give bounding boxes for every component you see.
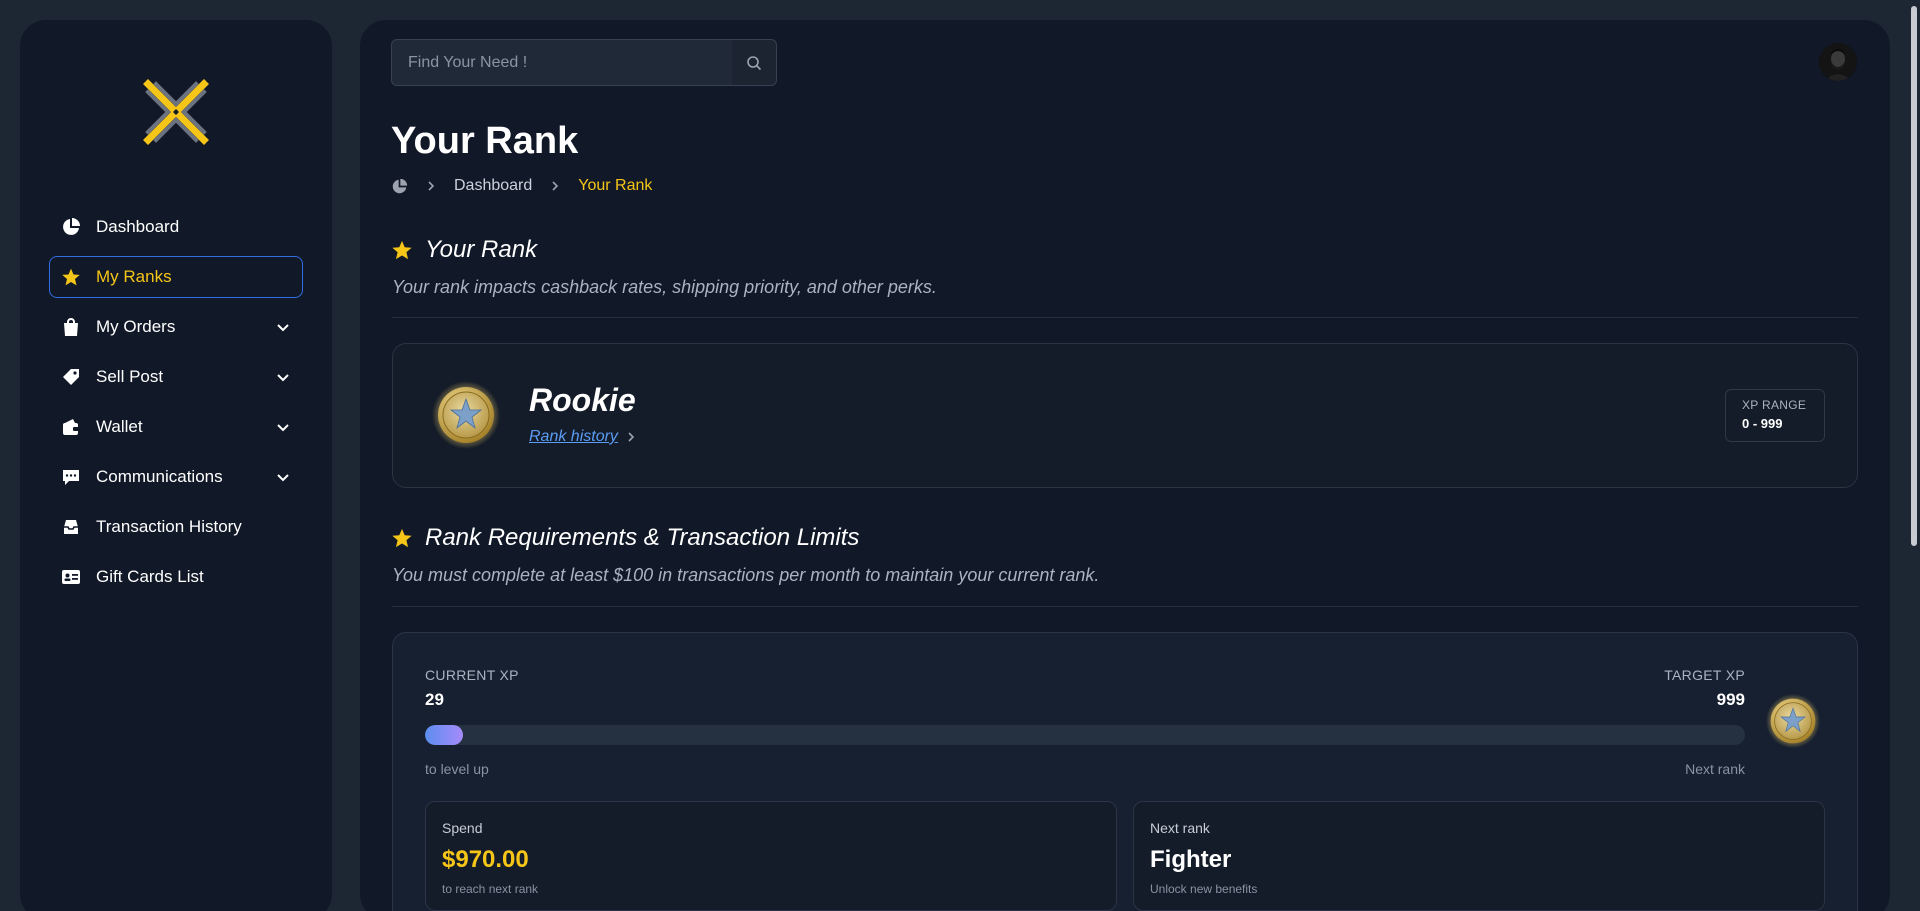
breadcrumb: Dashboard Your Rank: [391, 177, 652, 195]
rank-section-description: Your rank impacts cashback rates, shippi…: [392, 277, 937, 297]
breadcrumb-parent[interactable]: Dashboard: [454, 177, 532, 195]
tag-icon: [60, 366, 82, 388]
next-rank-stat-card: Next rank Fighter Unlock new benefits: [1133, 801, 1825, 911]
sidebar-nav: Dashboard My Ranks My Orders Sell Post W…: [49, 206, 303, 606]
chevron-down-icon[interactable]: [274, 368, 292, 386]
requirements-section-description: You must complete at least $100 in trans…: [392, 565, 1100, 585]
current-xp-value: 29: [425, 690, 444, 709]
sidebar-item-dashboard[interactable]: Dashboard: [49, 206, 303, 248]
page-title: Your Rank: [391, 120, 579, 162]
sidebar-item-gift-cards-list[interactable]: Gift Cards List: [49, 556, 303, 598]
rank-name: Rookie: [529, 382, 636, 418]
chevron-down-icon[interactable]: [274, 468, 292, 486]
rank-history-label: Rank history: [529, 428, 618, 445]
search-input[interactable]: [392, 40, 732, 85]
rank-section-header: Your Rank: [391, 236, 537, 264]
sidebar-item-my-orders[interactable]: My Orders: [49, 306, 303, 348]
sidebar-item-transaction-history[interactable]: Transaction History: [49, 506, 303, 548]
rank-card: Rookie Rank history XP RANGE 0 - 999: [392, 343, 1858, 488]
rank-section-title: Your Rank: [425, 236, 538, 263]
page-scrollbar[interactable]: [1908, 0, 1920, 911]
scrollbar-thumb[interactable]: [1911, 6, 1917, 546]
star-icon: [60, 266, 82, 288]
xp-range-badge: XP RANGE 0 - 999: [1725, 389, 1825, 442]
sidebar-item-label: Wallet: [96, 417, 143, 436]
spend-stat-card: Spend $970.00 to reach next rank: [425, 801, 1117, 911]
sidebar-item-label: Sell Post: [96, 367, 164, 386]
inbox-icon: [60, 516, 82, 538]
spend-value: $970.00: [442, 846, 529, 873]
next-rank-label: Next rank: [1150, 820, 1210, 836]
pie-chart-icon: [60, 216, 82, 238]
requirements-section-header: Rank Requirements & Transaction Limits: [391, 524, 859, 552]
rank-history-link[interactable]: Rank history: [529, 428, 636, 446]
current-xp-label: CURRENT XP: [425, 667, 519, 683]
star-icon: [392, 528, 412, 548]
chat-icon: [60, 466, 82, 488]
logo-icon[interactable]: [142, 78, 210, 146]
xp-progress-bar: [425, 725, 1745, 745]
chevron-right-icon: [550, 180, 560, 192]
xp-progress-card: CURRENT XP 29 TARGET XP 999 to level up …: [392, 632, 1858, 911]
divider: [392, 606, 1858, 607]
xp-range-label: XP RANGE: [1742, 398, 1807, 412]
search-button[interactable]: [732, 40, 776, 85]
sidebar-item-communications[interactable]: Communications: [49, 456, 303, 498]
user-avatar-icon: [1819, 43, 1857, 81]
chevron-down-icon[interactable]: [274, 418, 292, 436]
target-xp-label: TARGET XP: [1664, 667, 1745, 683]
id-card-icon: [60, 566, 82, 588]
requirements-section-title: Rank Requirements & Transaction Limits: [425, 524, 860, 551]
sidebar-item-label: My Orders: [96, 317, 176, 336]
sidebar-item-my-ranks[interactable]: My Ranks: [49, 256, 303, 298]
target-xp-value: 999: [1716, 690, 1745, 709]
sidebar-item-label: Communications: [96, 467, 223, 486]
shopping-bag-icon: [60, 316, 82, 338]
spend-caption: to reach next rank: [442, 882, 539, 896]
rank-medal-icon: [432, 381, 500, 449]
chevron-down-icon[interactable]: [274, 318, 292, 336]
sidebar-item-sell-post[interactable]: Sell Post: [49, 356, 303, 398]
sidebar-item-wallet[interactable]: Wallet: [49, 406, 303, 448]
main-content: Your Rank Dashboard Your Rank Your Rank …: [360, 20, 1890, 911]
sidebar: Dashboard My Ranks My Orders Sell Post W…: [20, 20, 332, 911]
search-icon: [747, 55, 762, 70]
star-icon: [392, 240, 412, 260]
chevron-right-icon: [426, 180, 436, 192]
level-up-caption: to level up: [425, 761, 489, 777]
breadcrumb-current: Your Rank: [578, 177, 653, 194]
sidebar-item-label: My Ranks: [96, 267, 172, 286]
chevron-right-icon: [626, 431, 636, 443]
search-box: [391, 39, 777, 86]
avatar[interactable]: [1819, 43, 1857, 81]
xp-progress-fill: [425, 725, 464, 745]
next-rank-caption: Next rank: [1685, 761, 1745, 777]
next-rank-medal-icon: [1765, 693, 1821, 749]
xp-range-value: 0 - 999: [1742, 416, 1783, 431]
sidebar-item-label: Gift Cards List: [96, 567, 204, 586]
spend-label: Spend: [442, 820, 483, 836]
pie-chart-icon[interactable]: [391, 178, 408, 195]
sidebar-item-label: Dashboard: [96, 217, 180, 236]
next-rank-value: Fighter: [1150, 846, 1232, 873]
next-rank-benefits-caption: Unlock new benefits: [1150, 882, 1258, 896]
divider: [392, 317, 1858, 318]
sidebar-item-label: Transaction History: [96, 517, 242, 536]
wallet-icon: [60, 416, 82, 438]
